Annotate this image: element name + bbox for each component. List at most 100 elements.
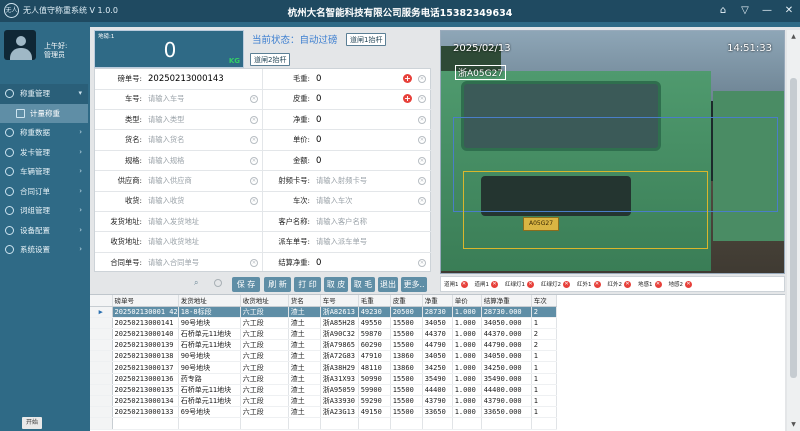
column-header[interactable]: 磅单号 [112,295,179,307]
sidebar-item-system-settings[interactable]: 系统设置 › [0,240,88,260]
table-cell[interactable]: 渣土 [288,306,321,318]
table-cell[interactable]: 1.000 [452,317,482,329]
table-cell[interactable]: 15500 [390,406,423,419]
minimize-button[interactable]: — [756,2,778,20]
unit-price-field[interactable]: 0 [313,130,413,150]
table-cell[interactable] [320,417,359,430]
goods-field[interactable]: 请输入货名 [145,130,245,150]
receiver-field[interactable]: 请输入收货 [145,191,245,211]
column-header[interactable]: 结算净重 [481,295,532,307]
table-cell[interactable]: 18-8标段 [178,306,241,318]
table-cell[interactable]: 44400 [422,384,453,397]
table-row[interactable]: 20250213000137 90号地块 六工段 渣土 浙A38H29 48110 1386… [90,361,557,374]
table-cell[interactable]: 28730.000 [481,306,532,318]
table-cell[interactable]: 49150 [358,406,391,419]
table-cell[interactable]: 1.000 [452,361,482,374]
table-cell[interactable]: 59870 [358,328,391,341]
table-cell[interactable]: 六工段 [240,384,289,397]
table-cell[interactable]: 1 [531,361,557,374]
row-header[interactable] [90,406,113,419]
row-header[interactable] [90,328,113,341]
table-cell[interactable]: 50990 [358,373,391,385]
more-button[interactable]: 更多.. [401,277,427,292]
table-cell[interactable]: 药专路 [178,373,241,385]
table-cell[interactable] [288,417,321,430]
table-cell[interactable]: 1 [531,384,557,397]
table-cell[interactable]: 15500 [390,328,423,341]
supplier-field[interactable]: 请输入供应商 [145,171,245,191]
table-cell[interactable]: 60290 [358,339,391,352]
table-cell[interactable]: 2 [531,328,557,341]
column-header[interactable]: 皮重 [390,295,423,307]
clear-icon[interactable]: ✕ [250,177,258,185]
table-cell[interactable]: 44370.000 [481,328,532,341]
take-gross-button[interactable]: 取 毛 [351,277,375,292]
table-cell[interactable]: 33650.000 [481,406,532,419]
table-cell[interactable]: 20250213000135 [112,384,179,397]
table-cell[interactable]: 1.000 [452,350,482,363]
table-cell[interactable]: 34050 [422,317,453,329]
table-cell[interactable] [452,417,482,430]
table-cell[interactable]: 28730 [422,306,453,318]
table-cell[interactable]: 59290 [358,395,391,408]
table-cell[interactable]: 49230 [358,306,391,318]
table-cell[interactable]: 15500 [390,317,423,329]
column-header[interactable]: 货名 [288,295,321,307]
table-cell[interactable]: 1.000 [452,328,482,341]
table-cell[interactable]: 35490.000 [481,373,532,385]
table-cell[interactable]: 1.000 [452,395,482,408]
vertical-scrollbar[interactable]: ▲ ▼ [787,30,800,431]
table-cell[interactable]: 浙A82613 [320,306,359,318]
table-cell[interactable]: 渣土 [288,384,321,397]
table-cell[interactable]: 44790.000 [481,339,532,352]
table-cell[interactable]: 44790 [422,339,453,352]
clear-icon[interactable]: ✕ [418,115,426,124]
table-cell[interactable]: 石桥单元11地块 [178,328,241,341]
sidebar-item-vehicle-mgmt[interactable]: 车辆管理 › [0,162,88,182]
table-cell[interactable]: 六工段 [240,406,289,419]
tare-weight-field[interactable]: 0 [313,89,403,109]
table-cell[interactable]: 34050 [422,350,453,363]
table-cell[interactable] [112,417,179,430]
table-row[interactable]: 20250213000139 石桥单元11地块 六工段 渣土 浙A79865 60290 1… [90,339,557,352]
scrollbar-thumb[interactable] [790,78,797,378]
table-cell[interactable]: 33650 [422,406,453,419]
table-cell[interactable]: 43790.000 [481,395,532,408]
start-button[interactable]: 开始 [22,417,42,429]
lift-gate-2-button[interactable]: 道闸2抬杆 [250,53,291,66]
row-header[interactable] [90,373,113,385]
table-cell[interactable]: 1 [531,317,557,329]
clear-icon[interactable]: ✕ [418,136,426,145]
table-cell[interactable]: 石桥单元11地块 [178,384,241,397]
table-cell[interactable]: 49550 [358,317,391,329]
scroll-up-icon[interactable]: ▲ [789,32,798,41]
table-cell[interactable]: 1 [531,395,557,408]
table-cell[interactable]: 六工段 [240,350,289,363]
sidebar-item-weighing-data[interactable]: 称重数据 › [0,123,88,143]
plate-field[interactable]: 请输入车号 [145,89,245,109]
table-cell[interactable]: 浙A85H28 [320,317,359,329]
table-cell[interactable]: 浙A79865 [320,339,359,352]
table-cell[interactable]: 15500 [390,395,423,408]
clear-icon[interactable]: ✕ [418,75,426,83]
table-cell[interactable]: 20250213000134 [112,395,179,408]
table-cell[interactable]: 1.000 [452,306,482,318]
table-cell[interactable]: 浙A31X93 [320,373,359,385]
table-cell[interactable]: 石桥单元11地块 [178,339,241,352]
table-cell[interactable]: 2 [531,306,557,318]
table-row[interactable]: 20250213000136 药专路 六工段 渣土 浙A31X93 50990 15500 3… [90,373,557,385]
trips-field[interactable]: 请输入车次 [313,191,413,211]
table-cell[interactable]: 20500 [390,306,423,318]
table-cell[interactable]: 浙A23G13 [320,406,359,419]
table-cell[interactable]: 15500 [390,339,423,352]
table-cell[interactable]: 48110 [358,361,391,374]
table-cell[interactable]: 202502130001 42 [112,306,179,318]
sidebar-item-phrase-mgmt[interactable]: 词组管理 › [0,201,88,221]
table-cell[interactable]: 浙A38H29 [320,361,359,374]
table-cell[interactable] [422,417,453,430]
table-cell[interactable]: 浙A90C32 [320,328,359,341]
table-cell[interactable]: 20250213000136 [112,373,179,385]
ship-address-field[interactable]: 请输入发货地址 [145,212,257,232]
print-button[interactable]: 打 印 [294,277,321,292]
contract-no-field[interactable]: 请输入合同单号 [145,253,245,273]
